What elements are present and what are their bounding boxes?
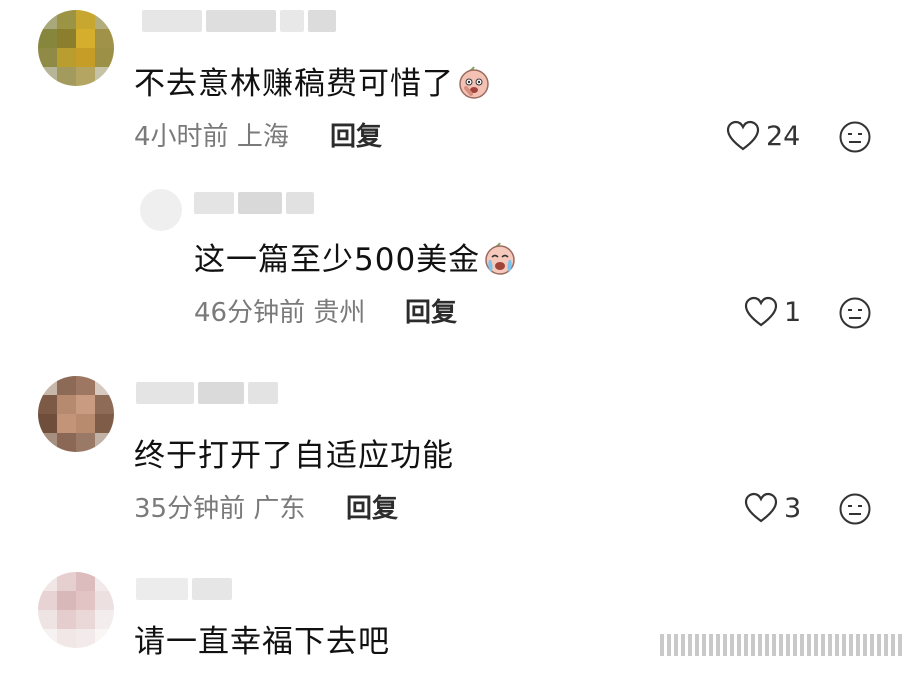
avatar[interactable] [38, 376, 114, 452]
username-blurred[interactable] [136, 578, 232, 600]
comment-text: 不去意林赚稿费可惜了 [134, 64, 492, 110]
username-blurred[interactable] [142, 10, 336, 32]
emoji-reaction-icon[interactable] [838, 296, 872, 330]
comment-time: 4小时前 [134, 122, 229, 152]
comment-text: 请一直幸福下去吧 [134, 624, 390, 660]
like-button[interactable]: 3 [744, 492, 801, 524]
like-count: 3 [784, 492, 802, 524]
comment-location: 上海 [236, 122, 289, 152]
reply-button[interactable]: 回复 [330, 120, 382, 154]
heart-icon [744, 296, 778, 327]
emoji-reaction-icon[interactable] [838, 492, 872, 526]
comment-time: 46分钟前 [194, 298, 306, 328]
crying-face-emoji [482, 240, 518, 286]
comment-meta: 4小时前 上海 [134, 120, 289, 154]
heart-icon [726, 120, 760, 151]
comment-text: 这一篇至少500美金 [194, 240, 518, 286]
watermark [660, 634, 902, 656]
flushed-face-emoji [456, 64, 492, 110]
comment-text: 终于打开了自适应功能 [134, 438, 454, 474]
like-button[interactable]: 24 [726, 120, 800, 152]
reply-button[interactable]: 回复 [405, 296, 457, 330]
reply-button[interactable]: 回复 [346, 492, 398, 526]
like-count: 1 [784, 296, 802, 328]
like-button[interactable]: 1 [744, 296, 801, 328]
avatar[interactable] [38, 572, 114, 648]
comment-location: 广东 [253, 494, 306, 524]
avatar[interactable] [38, 10, 114, 86]
comment-meta: 46分钟前 贵州 [194, 296, 365, 330]
username-blurred[interactable] [194, 192, 314, 214]
comment-location: 贵州 [313, 298, 366, 328]
comment-time: 35分钟前 [134, 494, 246, 524]
heart-icon [744, 492, 778, 523]
username-blurred[interactable] [136, 382, 278, 404]
comment-meta: 35分钟前 广东 [134, 492, 305, 526]
emoji-reaction-icon[interactable] [838, 120, 872, 154]
like-count: 24 [766, 120, 801, 152]
avatar[interactable] [140, 189, 182, 231]
